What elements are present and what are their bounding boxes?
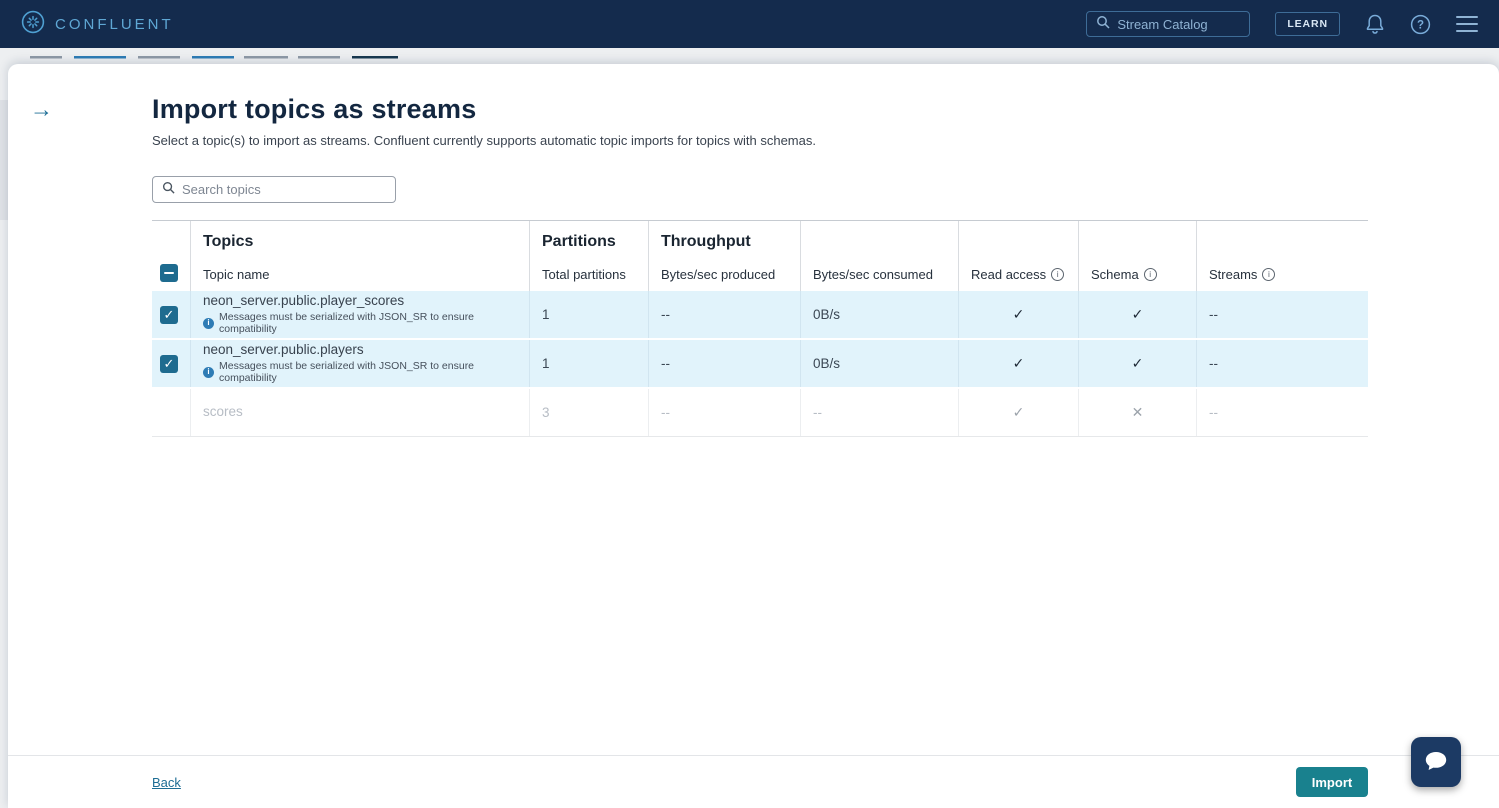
bytes-produced-value: -- [648,389,800,436]
panel-footer: Back Import [8,755,1499,808]
search-topics-box[interactable] [152,176,396,203]
total-partitions-value: 3 [529,389,648,436]
column-header-schema: Schema i [1091,267,1184,282]
table-row[interactable]: neon_server.public.player_scores i Messa… [152,291,1368,340]
read-access-check-icon: ✓ [1013,306,1025,323]
notifications-bell-icon[interactable] [1365,13,1385,35]
column-group-partitions: Partitions [542,233,636,255]
app-root: CONFLUENT LEARN [0,0,1499,808]
learn-button[interactable]: LEARN [1275,12,1340,36]
stream-catalog-input[interactable] [1117,17,1240,32]
confluent-logo[interactable]: CONFLUENT [21,10,174,39]
speech-bubble-icon [1423,749,1449,776]
topic-name: scores [203,405,243,420]
bytes-produced-value: -- [648,340,800,387]
table-row[interactable]: neon_server.public.players i Messages mu… [152,340,1368,389]
bytes-consumed-value: -- [800,389,958,436]
page-edge-decoration [0,100,8,220]
schema-x-icon: ✕ [1132,404,1144,421]
schema-check-icon: ✓ [1132,355,1144,372]
info-icon[interactable]: i [1262,268,1275,281]
search-icon [1096,15,1110,34]
select-all-checkbox[interactable] [160,264,178,282]
confluent-spark-icon [21,10,45,39]
topic-name: neon_server.public.player_scores [203,294,404,309]
import-button[interactable]: Import [1296,767,1368,797]
schema-check-icon: ✓ [1132,306,1144,323]
page-title: Import topics as streams [152,94,1368,125]
column-header-read-access: Read access i [971,267,1066,282]
read-access-check-icon: ✓ [1013,404,1025,421]
column-group-topics: Topics [203,233,517,255]
topic-note-text: Messages must be serialized with JSON_SR… [219,360,517,384]
bytes-produced-value: -- [648,291,800,338]
topic-name: neon_server.public.players [203,343,364,358]
row-checkbox[interactable] [160,306,178,324]
search-topics-input[interactable] [182,182,386,197]
chat-bubble-button[interactable] [1411,737,1461,787]
column-header-streams: Streams i [1209,267,1356,282]
read-access-check-icon: ✓ [1013,355,1025,372]
navbar-actions: LEARN ? [1086,11,1478,37]
topics-table: Topics Topic name Partitions Total parti… [152,220,1368,437]
topic-note: i Messages must be serialized with JSON_… [203,360,517,384]
top-navbar: CONFLUENT LEARN [0,0,1499,48]
help-icon[interactable]: ? [1410,14,1431,35]
svg-text:?: ? [1417,19,1424,31]
topic-note-text: Messages must be serialized with JSON_SR… [219,311,517,335]
bytes-consumed-value: 0B/s [800,340,958,387]
table-header: Topics Topic name Partitions Total parti… [152,220,1368,291]
page-subtitle: Select a topic(s) to import as streams. … [152,133,1368,148]
brand-wordmark: CONFLUENT [55,16,174,33]
streams-value: -- [1196,389,1368,436]
total-partitions-value: 1 [529,340,648,387]
collapse-panel-arrow-button[interactable]: → [30,98,53,121]
column-header-bytes-produced: Bytes/sec produced [661,267,788,282]
total-partitions-value: 1 [529,291,648,338]
topic-note: i Messages must be serialized with JSON_… [203,311,517,335]
streams-value: -- [1196,340,1368,387]
stream-catalog-search[interactable] [1086,11,1250,37]
back-link[interactable]: Back [152,775,181,790]
import-topics-panel: → Import topics as streams Select a topi… [8,64,1499,808]
info-icon: i [203,367,214,378]
bytes-consumed-value: 0B/s [800,291,958,338]
search-icon [162,181,175,199]
info-icon[interactable]: i [1144,268,1157,281]
row-checkbox[interactable] [160,355,178,373]
column-header-bytes-consumed: Bytes/sec consumed [813,267,946,282]
panel-content: Import topics as streams Select a topic(… [152,94,1368,437]
breadcrumb [30,56,430,61]
streams-value: -- [1196,291,1368,338]
info-icon[interactable]: i [1051,268,1064,281]
column-header-total-partitions: Total partitions [542,267,636,282]
column-group-throughput: Throughput [661,233,788,255]
hamburger-menu-icon[interactable] [1456,16,1478,32]
column-header-topic-name: Topic name [203,267,517,282]
info-icon: i [203,318,214,329]
table-row: scores 3 -- -- ✓ ✕ -- [152,389,1368,437]
